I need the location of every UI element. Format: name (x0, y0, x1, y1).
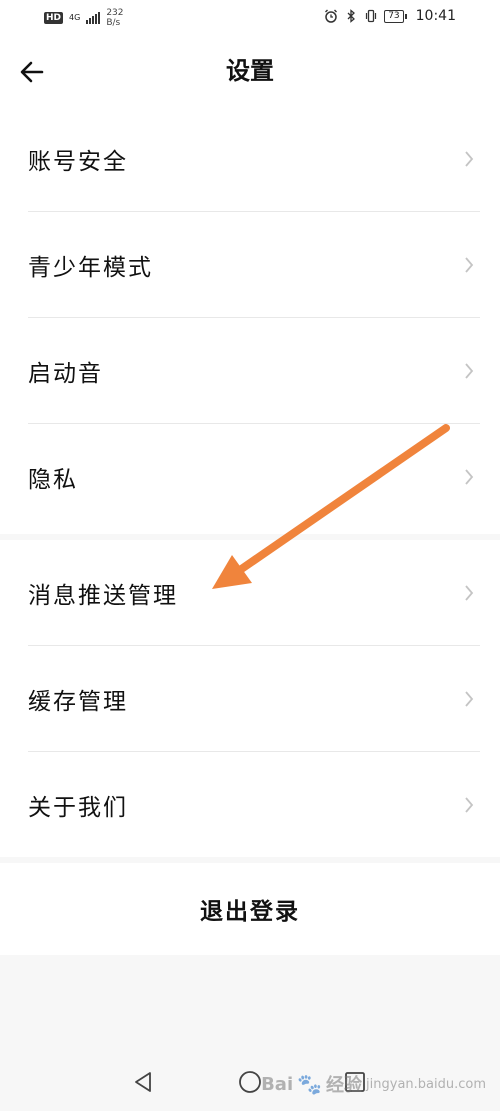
chevron-right-icon (465, 469, 474, 485)
watermark-text-2: 经验 (326, 1075, 363, 1096)
settings-item-push-notifications[interactable]: 消息推送管理 (0, 540, 500, 646)
status-left: HD 4G 232 B/s (44, 8, 124, 28)
watermark-subtext: jingyan.baidu.com (366, 1076, 486, 1092)
bluetooth-icon (347, 9, 356, 23)
settings-item-about-us[interactable]: 关于我们 (0, 752, 500, 858)
vibrate-icon (366, 9, 377, 23)
status-right: 73 10:41 (324, 8, 456, 24)
status-time: 10:41 (415, 8, 456, 24)
chevron-right-icon (465, 257, 474, 273)
settings-item-label: 启动音 (28, 361, 103, 387)
back-triangle-icon[interactable] (131, 1070, 155, 1094)
chevron-right-icon (465, 585, 474, 601)
logout-label: 退出登录 (200, 899, 300, 925)
settings-item-startup-sound[interactable]: 启动音 (0, 318, 500, 424)
hd-badge: HD (44, 12, 64, 24)
settings-item-privacy[interactable]: 隐私 (0, 424, 500, 530)
settings-item-cache[interactable]: 缓存管理 (0, 646, 500, 752)
settings-item-label: 消息推送管理 (28, 583, 178, 609)
settings-item-teen-mode[interactable]: 青少年模式 (0, 212, 500, 318)
settings-item-label: 隐私 (28, 467, 78, 493)
settings-group-1: 账号安全 青少年模式 启动音 隐私 (0, 106, 500, 534)
chevron-right-icon (465, 151, 474, 167)
watermark-text: Bai (261, 1073, 294, 1095)
alarm-icon (325, 9, 338, 23)
speed-value: 232 (106, 8, 124, 18)
network-speed: 232 B/s (106, 8, 123, 28)
settings-item-label: 青少年模式 (28, 255, 153, 281)
settings-group-2: 消息推送管理 缓存管理 关于我们 (0, 540, 500, 857)
settings-item-label: 账号安全 (28, 149, 128, 175)
network-type: 4G (69, 14, 80, 22)
battery-icon: 73 (384, 9, 408, 23)
chevron-right-icon (465, 691, 474, 707)
chevron-right-icon (465, 797, 474, 813)
logout-button[interactable]: 退出登录 (0, 863, 500, 955)
chevron-right-icon (465, 363, 474, 379)
paw-icon: 🐾 (297, 1072, 323, 1096)
page-title: 设置 (226, 57, 274, 85)
header: 设置 (0, 36, 500, 106)
watermark: Bai 🐾 经验 jingyan.baidu.com (261, 1071, 486, 1097)
signal-icon (86, 12, 101, 24)
settings-item-label: 关于我们 (28, 795, 128, 821)
home-circle-icon[interactable] (238, 1070, 262, 1094)
network-label: 4G (69, 13, 81, 22)
status-bar: HD 4G 232 B/s 73 10:41 (0, 0, 500, 36)
settings-item-account-security[interactable]: 账号安全 (0, 106, 500, 212)
settings-item-label: 缓存管理 (28, 689, 128, 715)
speed-unit: B/s (106, 18, 121, 28)
